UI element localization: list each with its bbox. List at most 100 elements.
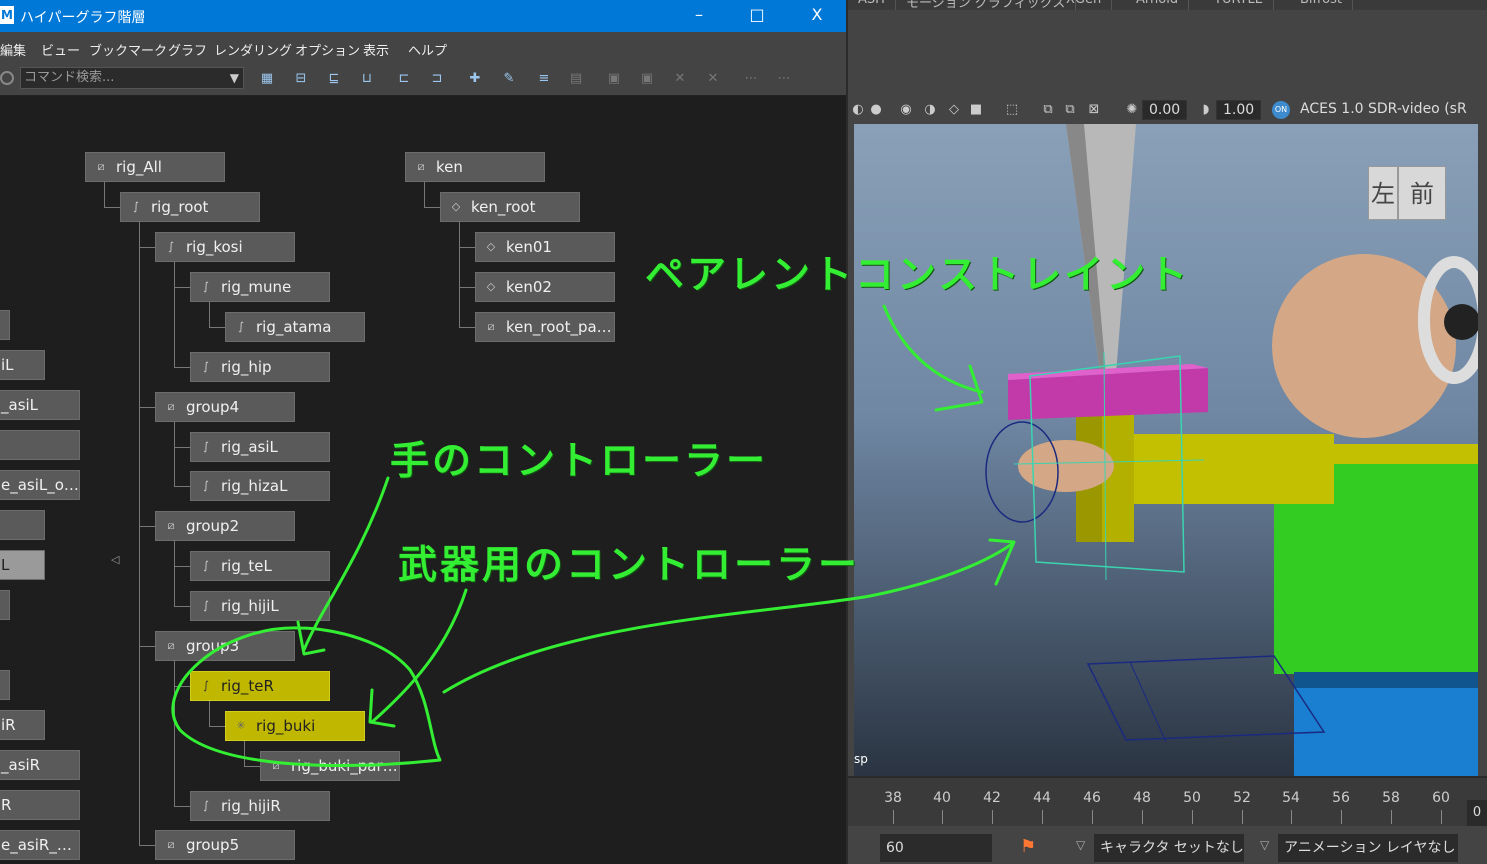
node-group4[interactable]: ⧄ group4 xyxy=(155,392,295,422)
node-ken02[interactable]: ◇ ken02 xyxy=(475,272,615,302)
graph-node-partial[interactable]: e_asiL_o… xyxy=(0,470,80,500)
chevron-down-icon[interactable]: ▽ xyxy=(1076,838,1085,852)
auto-key-icon[interactable]: ⚑ xyxy=(1020,836,1036,857)
graph-node-partial[interactable]: _asiL xyxy=(0,390,80,420)
animation-layer-select[interactable]: アニメーション レイヤなし xyxy=(1278,834,1458,862)
add-bookmark-icon[interactable]: ✚ xyxy=(464,68,486,90)
current-frame-field[interactable]: 0 xyxy=(1467,800,1487,826)
input-output-icon[interactable]: ⊐ xyxy=(426,68,448,90)
color-management-toggle[interactable]: ON xyxy=(1272,101,1290,119)
character-set-select[interactable]: キャラクタ セットなし xyxy=(1094,834,1244,862)
3d-viewport[interactable]: 左 前 sp xyxy=(854,124,1478,776)
menu-rendering[interactable]: レンダリング xyxy=(214,40,292,59)
node-rig-hijil[interactable]: ∫ rig_hijiL xyxy=(190,591,330,621)
node-rig-hijir[interactable]: ∫ rig_hijiR xyxy=(190,791,330,821)
node-ken-root-parent-constraint[interactable]: ⧄ ken_root_pa… xyxy=(475,312,615,342)
graph-node-partial[interactable]: iL xyxy=(0,350,45,380)
graph-tool-icon-1[interactable]: ▣ xyxy=(603,68,625,90)
graph-node-partial[interactable]: _asiR xyxy=(0,750,80,780)
frame-selection-icon[interactable]: ⊟ xyxy=(290,68,312,90)
maximize-button[interactable]: □ xyxy=(728,0,786,32)
graph-tool-icon-5[interactable]: ⋯ xyxy=(740,68,762,90)
shelf-tab-xgen[interactable]: XGen xyxy=(1056,0,1113,10)
graph-tool-icon-4[interactable]: ✕ xyxy=(702,68,724,90)
shelf-tab-motion-graphics[interactable]: モーション グラフィックス xyxy=(896,0,1077,10)
node-rig-buki[interactable]: ✳ rig_buki xyxy=(225,711,365,741)
menu-graph[interactable]: グラフ xyxy=(168,40,207,59)
xray-joints-icon[interactable]: ⧉ xyxy=(1062,102,1078,118)
isolate-icon[interactable]: ⬚ xyxy=(1004,102,1020,118)
texture-icon[interactable]: ■ xyxy=(968,102,984,118)
ambient-occlusion-icon[interactable]: ◇ xyxy=(946,102,962,118)
graph-node-partial[interactable] xyxy=(0,510,45,540)
graph-node-partial[interactable]: e_asiR_… xyxy=(0,830,80,860)
color-space-select[interactable]: ACES 1.0 SDR-video (sR xyxy=(1300,101,1467,117)
exposure-field[interactable]: 0.00 xyxy=(1142,100,1188,120)
menu-options[interactable]: オプション xyxy=(295,40,360,59)
exposure-icon[interactable]: ✺ xyxy=(1124,102,1140,118)
node-rig-hip[interactable]: ∫ rig_hip xyxy=(190,352,330,382)
title-bar[interactable]: M ハイパーグラフ階層 – □ X xyxy=(0,0,846,32)
node-rig-root[interactable]: ∫ rig_root xyxy=(120,192,260,222)
node-rig-all[interactable]: ⧄ rig_All xyxy=(85,152,225,182)
lighting-icon[interactable]: ◉ xyxy=(898,102,914,118)
graph-node-partial[interactable] xyxy=(0,670,10,700)
graph-node-partial[interactable]: L xyxy=(0,550,45,580)
menu-help[interactable]: ヘルプ xyxy=(408,40,447,59)
graph-node-partial[interactable] xyxy=(0,590,10,620)
minimize-button[interactable]: – xyxy=(670,0,728,32)
edit-bookmark-icon[interactable]: ✎ xyxy=(498,68,520,90)
menu-edit[interactable]: 編集 xyxy=(0,40,26,59)
graph-node-partial[interactable] xyxy=(0,310,10,340)
graph-node-partial[interactable] xyxy=(0,430,80,460)
shelf-tab-bifrost[interactable]: Bifrost xyxy=(1290,0,1353,10)
menu-view[interactable]: ビュー xyxy=(41,40,80,59)
wireframe-icon[interactable]: ◐ xyxy=(850,102,866,118)
gear-icon[interactable] xyxy=(0,71,14,85)
shelf-tab-arnold[interactable]: Arnold xyxy=(1126,0,1190,10)
time-slider[interactable]: 38 40 42 44 46 48 50 52 54 56 58 60 0 xyxy=(848,776,1487,826)
graph-tool-icon-3[interactable]: ✕ xyxy=(669,68,691,90)
node-rig-buki-parent-constraint[interactable]: ⧄ rig_buki_par… xyxy=(260,751,400,781)
frame-hierarchy-icon[interactable]: ⊑ xyxy=(323,68,345,90)
scene-hierarchy-icon[interactable]: ⊏ xyxy=(393,68,415,90)
node-rig-mune[interactable]: ∫ rig_mune xyxy=(190,272,330,302)
xray-icon[interactable]: ⧉ xyxy=(1040,102,1056,118)
collapse-arrow-icon[interactable]: ◁ xyxy=(111,553,119,566)
command-search-input[interactable]: コマンド検索... ▼ xyxy=(20,67,244,89)
shadow-icon[interactable]: ◑ xyxy=(922,102,938,118)
node-rig-atama[interactable]: ∫ rig_atama xyxy=(225,312,365,342)
shelf-tab-turtle[interactable]: TURTLE xyxy=(1204,0,1274,10)
close-button[interactable]: X xyxy=(788,0,846,32)
graph-node-partial[interactable]: R xyxy=(0,790,80,820)
node-group3[interactable]: ⧄ group3 xyxy=(155,631,295,661)
frame-all-icon[interactable]: ▦ xyxy=(256,68,278,90)
node-ken01[interactable]: ◇ ken01 xyxy=(475,232,615,262)
node-rig-asil[interactable]: ∫ rig_asiL xyxy=(190,432,330,462)
graph-tool-icon-2[interactable]: ▣ xyxy=(636,68,658,90)
node-rig-tel[interactable]: ∫ rig_teL xyxy=(190,551,330,581)
node-group5[interactable]: ⧄ group5 xyxy=(155,830,295,860)
node-group2[interactable]: ⧄ group2 xyxy=(155,511,295,541)
node-rig-kosi[interactable]: ∫ rig_kosi xyxy=(155,232,295,262)
gamma-field[interactable]: 1.00 xyxy=(1216,100,1262,120)
node-ken-root[interactable]: ◇ ken_root xyxy=(440,192,580,222)
chevron-down-icon[interactable]: ▽ xyxy=(1260,838,1269,852)
graph-tool-icon-6[interactable]: ⋯ xyxy=(773,68,795,90)
graph-node-partial[interactable]: iR xyxy=(0,710,45,740)
frame-branch-icon[interactable]: ⊔ xyxy=(356,68,378,90)
viewcube-left[interactable]: 左 xyxy=(1368,166,1398,220)
gamma-icon[interactable]: ◗ xyxy=(1198,102,1214,118)
list-icon[interactable]: ≡ xyxy=(533,68,555,90)
shading-icon[interactable]: ● xyxy=(868,102,884,118)
shelf-tab-ash[interactable]: ASH xyxy=(848,0,896,10)
viewcube-front[interactable]: 前 xyxy=(1398,166,1446,220)
menu-bookmarks[interactable]: ブックマーク xyxy=(89,40,167,59)
node-ken[interactable]: ⧄ ken xyxy=(405,152,545,182)
node-rig-ter[interactable]: ∫ rig_teR xyxy=(190,671,330,701)
node-rig-hizal[interactable]: ∫ rig_hizaL xyxy=(190,471,330,501)
grid-icon[interactable]: ⊠ xyxy=(1086,102,1102,118)
chevron-down-icon[interactable]: ▼ xyxy=(230,68,239,88)
layout-icon[interactable]: ▤ xyxy=(565,68,587,90)
end-frame-field[interactable]: 60 xyxy=(880,834,992,862)
